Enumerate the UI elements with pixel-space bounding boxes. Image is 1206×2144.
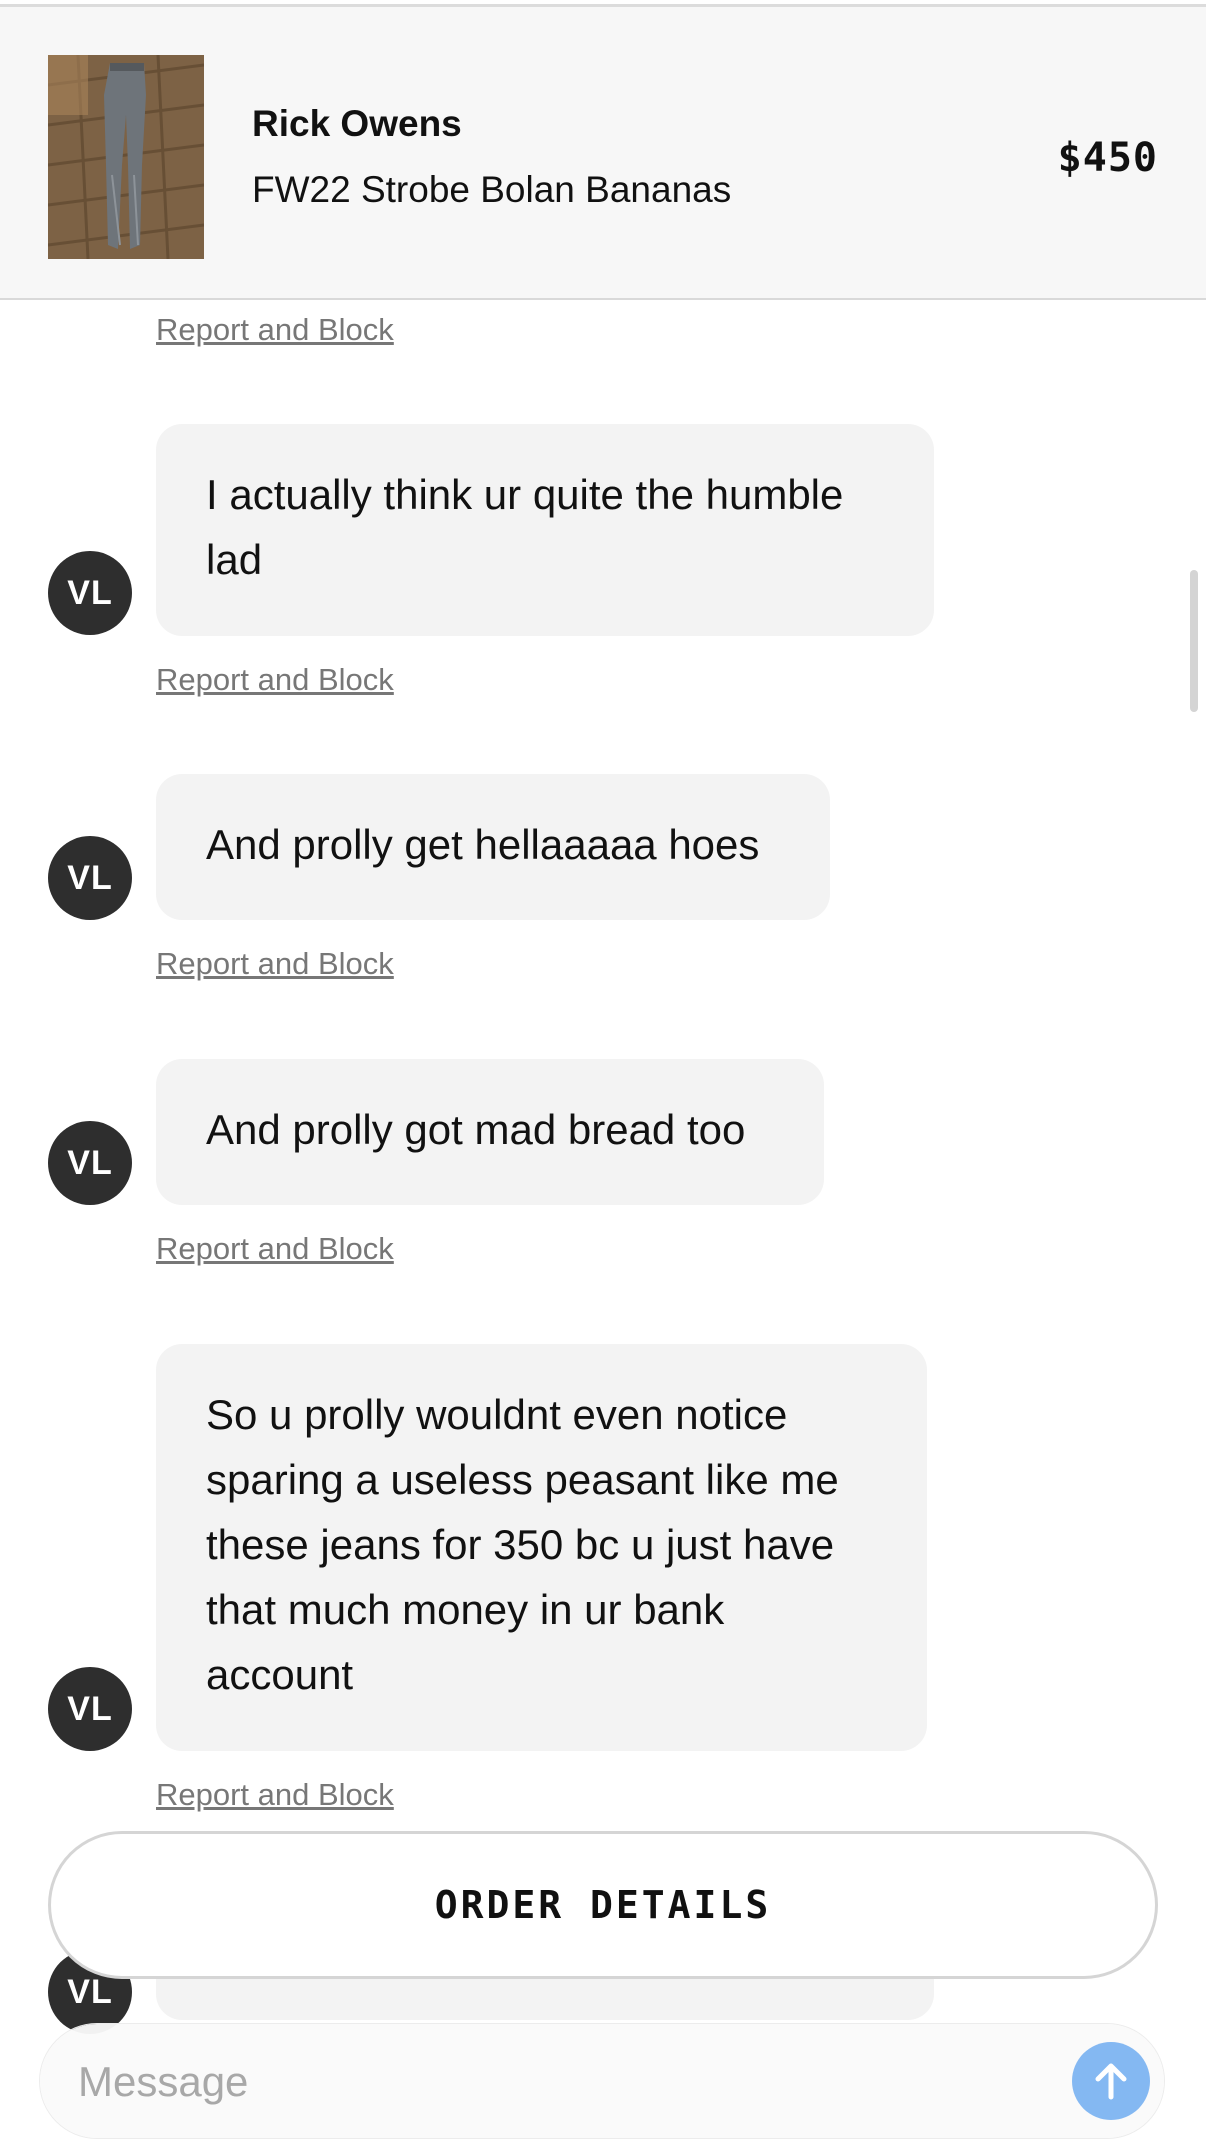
message-composer: [40, 2024, 1164, 2140]
send-button[interactable]: [1072, 2042, 1150, 2120]
product-name: FW22 Strobe Bolan Bananas: [252, 169, 732, 210]
chat-thread[interactable]: Report and Block I actually think ur qui…: [0, 0, 1206, 2144]
product-price: $450: [1057, 135, 1158, 181]
message-bubble: And prolly get hellaaaaa hoes: [156, 774, 830, 920]
product-brand: Rick Owens: [252, 103, 462, 144]
arrow-up-icon: [1095, 2063, 1127, 2100]
avatar[interactable]: VL: [48, 1667, 132, 1751]
message-bubble: And prolly got mad bread too: [156, 1059, 824, 1205]
avatar[interactable]: VL: [48, 551, 132, 635]
message-bubble: So u prolly wouldnt even notice sparing …: [156, 1344, 927, 1751]
order-details-button[interactable]: ORDER DETAILS: [48, 1831, 1158, 1979]
message-bubble: I actually think ur quite the humble lad: [156, 424, 934, 636]
avatar[interactable]: VL: [48, 1121, 132, 1205]
product-header[interactable]: Rick Owens FW22 Strobe Bolan Bananas $45…: [0, 4, 1206, 300]
report-and-block-link[interactable]: Report and Block: [156, 312, 394, 348]
product-thumbnail[interactable]: [48, 55, 204, 259]
scrollbar[interactable]: [1190, 570, 1198, 712]
report-and-block-link[interactable]: Report and Block: [156, 1231, 394, 1267]
report-and-block-link[interactable]: Report and Block: [156, 946, 394, 982]
avatar[interactable]: VL: [48, 836, 132, 920]
report-and-block-link[interactable]: Report and Block: [156, 662, 394, 698]
message-input[interactable]: [76, 2024, 1040, 2140]
report-and-block-link[interactable]: Report and Block: [156, 1777, 394, 1813]
